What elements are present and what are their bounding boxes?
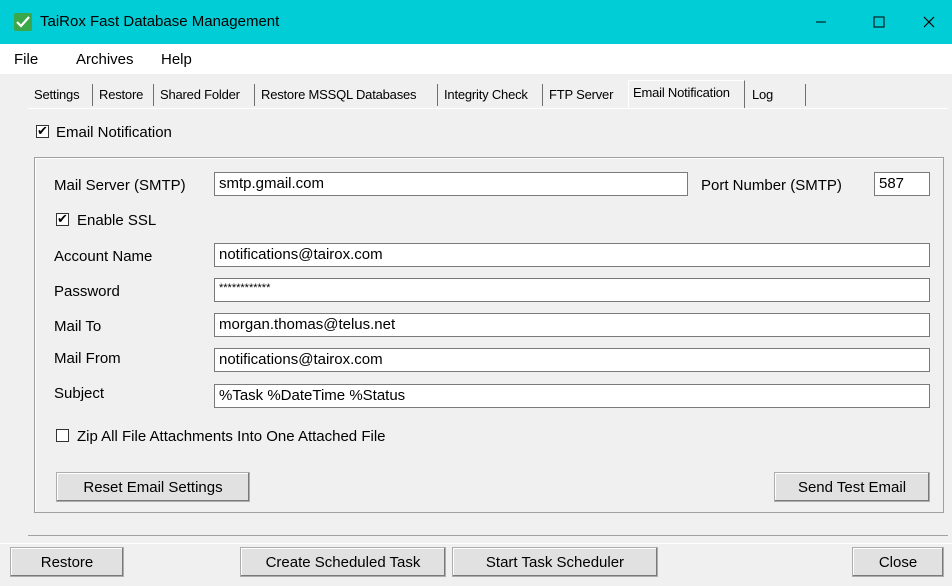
email-notification-label: Email Notification: [56, 124, 172, 141]
tab-log[interactable]: Log: [748, 85, 777, 107]
zip-attachments-checkbox[interactable]: [56, 429, 69, 442]
enable-ssl-label: Enable SSL: [77, 212, 157, 229]
close-button[interactable]: Close: [852, 547, 944, 577]
footer-divider: [0, 543, 952, 544]
menu-archives[interactable]: Archives: [76, 51, 134, 68]
reset-email-settings-button[interactable]: Reset Email Settings: [56, 472, 250, 502]
tab-ftp-server[interactable]: FTP Server: [545, 85, 617, 107]
tab-restore[interactable]: Restore: [95, 85, 147, 107]
zip-attachments-label: Zip All File Attachments Into One Attach…: [77, 428, 386, 445]
account-name-input[interactable]: notifications@tairox.com: [214, 243, 930, 267]
mail-server-label: Mail Server (SMTP): [54, 177, 186, 194]
restore-button[interactable]: Restore: [10, 547, 124, 577]
tab-integrity-check[interactable]: Integrity Check: [440, 85, 532, 107]
app-logo-icon: [14, 13, 32, 31]
window-title: TaiRox Fast Database Management: [40, 13, 280, 30]
minimize-button[interactable]: [798, 0, 844, 44]
tab-settings[interactable]: Settings: [30, 85, 83, 107]
minimize-icon: [816, 21, 826, 23]
create-scheduled-task-button[interactable]: Create Scheduled Task: [240, 547, 446, 577]
menu-bar: File Archives Help: [0, 44, 952, 74]
tab-divider: [437, 84, 438, 106]
tab-divider: [805, 84, 806, 106]
mail-from-input[interactable]: notifications@tairox.com: [214, 348, 930, 372]
maximize-button[interactable]: [856, 0, 902, 44]
tab-email-notification[interactable]: Email Notification: [628, 80, 745, 108]
subject-label: Subject: [54, 385, 105, 402]
subject-input[interactable]: %Task %DateTime %Status: [214, 384, 930, 408]
tab-divider: [92, 84, 93, 106]
password-input[interactable]: ************: [214, 278, 930, 302]
password-label: Password: [54, 283, 120, 300]
mail-from-label: Mail From: [54, 350, 121, 367]
tab-strip: Settings Restore Shared Folder Restore M…: [0, 74, 952, 108]
title-bar[interactable]: TaiRox Fast Database Management: [0, 0, 952, 44]
tab-divider: [153, 84, 154, 106]
panel-divider: [28, 535, 948, 536]
port-number-input[interactable]: 587: [874, 172, 930, 196]
check-icon: ✔: [57, 211, 68, 226]
send-test-email-button[interactable]: Send Test Email: [774, 472, 930, 502]
tab-restore-mssql[interactable]: Restore MSSQL Databases: [257, 85, 420, 107]
tab-shared-folder[interactable]: Shared Folder: [156, 85, 244, 107]
account-name-label: Account Name: [54, 248, 153, 265]
start-task-scheduler-button[interactable]: Start Task Scheduler: [452, 547, 658, 577]
port-number-label: Port Number (SMTP): [701, 177, 842, 194]
email-notification-checkbox[interactable]: ✔: [36, 123, 49, 138]
menu-file[interactable]: File: [14, 51, 38, 68]
mail-to-input[interactable]: morgan.thomas@telus.net: [214, 313, 930, 337]
enable-ssl-checkbox[interactable]: ✔: [56, 211, 69, 226]
tab-divider: [542, 84, 543, 106]
close-window-button[interactable]: [906, 0, 952, 44]
close-icon: [923, 16, 935, 28]
check-icon: ✔: [37, 123, 48, 138]
mail-to-label: Mail To: [54, 318, 102, 335]
mail-server-input[interactable]: smtp.gmail.com: [214, 172, 688, 196]
menu-help[interactable]: Help: [161, 51, 192, 68]
tab-divider: [254, 84, 255, 106]
maximize-icon: [873, 16, 885, 28]
